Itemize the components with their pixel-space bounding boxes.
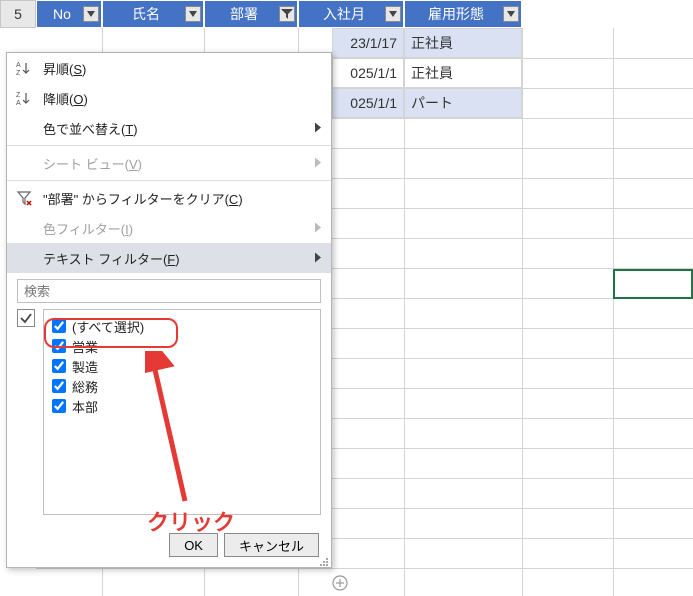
menu-label: シート ビュー(V)	[43, 154, 142, 173]
column-label: 氏名	[132, 4, 160, 24]
ok-button[interactable]: OK	[169, 533, 218, 557]
check-label: 営業	[72, 337, 98, 356]
submenu-arrow-icon	[315, 121, 321, 136]
filter-dropdown-button[interactable]	[503, 6, 519, 22]
filter-context-menu: AZ 昇順(S) ZA 降順(O) 色で並べ替え(T) シート ビュー(V) "…	[6, 52, 332, 568]
column-header-hiredate[interactable]: 入社月	[298, 0, 404, 28]
svg-text:Z: Z	[16, 92, 21, 99]
menu-label: "部署" からフィルターをクリア(C)	[43, 189, 243, 208]
menu-label: テキスト フィルター(F)	[43, 249, 180, 268]
filter-active-icon	[281, 9, 293, 19]
column-header-employment[interactable]: 雇用形態	[404, 0, 522, 28]
check-item[interactable]: 本部	[50, 396, 314, 416]
checkbox[interactable]	[52, 339, 66, 353]
checkbox-select-all[interactable]	[52, 319, 66, 333]
spreadsheet: 5 No 氏名 部署 入社月	[0, 0, 693, 28]
column-header-row: 5 No 氏名 部署 入社月	[0, 0, 693, 28]
column-header-no[interactable]: No	[36, 0, 102, 28]
svg-text:A: A	[16, 100, 21, 106]
resize-grip[interactable]	[319, 555, 329, 565]
checkbox[interactable]	[52, 359, 66, 373]
filter-search-box[interactable]	[17, 279, 321, 303]
chevron-down-icon	[87, 11, 95, 17]
cell-employment[interactable]: パート	[404, 88, 522, 118]
menu-color-filter: 色フィルター(I)	[7, 213, 331, 243]
check-label: 本部	[72, 397, 98, 416]
menu-sheet-view: シート ビュー(V)	[7, 148, 331, 178]
check-label: (すべて選択)	[72, 317, 144, 336]
menu-separator	[7, 145, 331, 146]
menu-label: 昇順(S)	[43, 59, 86, 78]
row-number-header[interactable]: 5	[0, 0, 36, 28]
filter-search-input[interactable]	[24, 284, 314, 299]
column-label: 部署	[230, 4, 258, 24]
cell-employment[interactable]: 正社員	[404, 58, 522, 88]
submenu-arrow-icon	[315, 156, 321, 171]
menu-label: 色フィルター(I)	[43, 219, 133, 238]
check-item[interactable]: 総務	[50, 376, 314, 396]
submenu-arrow-icon	[315, 221, 321, 236]
column-label: 雇用形態	[428, 4, 484, 24]
check-item[interactable]: 営業	[50, 336, 314, 356]
check-item[interactable]: 製造	[50, 356, 314, 376]
menu-sort-ascending[interactable]: AZ 昇順(S)	[7, 53, 331, 83]
filter-dropdown-button[interactable]	[83, 6, 99, 22]
menu-text-filter[interactable]: テキスト フィルター(F)	[7, 243, 331, 273]
filter-checklist: (すべて選択) 営業 製造 総務 本部	[43, 309, 321, 515]
checkbox[interactable]	[52, 379, 66, 393]
chevron-down-icon	[507, 11, 515, 17]
cell-hiredate[interactable]: 025/1/1	[332, 58, 404, 88]
check-label: 製造	[72, 357, 98, 376]
submenu-arrow-icon	[315, 251, 321, 266]
sort-desc-icon: ZA	[15, 89, 33, 107]
menu-sort-by-color[interactable]: 色で並べ替え(T)	[7, 113, 331, 143]
cell-hiredate[interactable]: 23/1/17	[332, 28, 404, 58]
plus-circle-icon	[332, 575, 348, 591]
chevron-down-icon	[389, 11, 397, 17]
filter-dropdown-button[interactable]	[385, 6, 401, 22]
menu-clear-filter[interactable]: "部署" からフィルターをクリア(C)	[7, 183, 331, 213]
column-label: No	[53, 6, 71, 22]
column-header-department[interactable]: 部署	[204, 0, 298, 28]
column-header-name[interactable]: 氏名	[102, 0, 204, 28]
checkbox[interactable]	[52, 399, 66, 413]
menu-separator	[7, 180, 331, 181]
check-label: 総務	[72, 377, 98, 396]
menu-sort-descending[interactable]: ZA 降順(O)	[7, 83, 331, 113]
visible-data-cells: 23/1/17 正社員 025/1/1 正社員 025/1/1 パート	[332, 28, 522, 118]
filter-dropdown-button[interactable]	[185, 6, 201, 22]
check-item-select-all[interactable]: (すべて選択)	[50, 316, 314, 336]
dialog-buttons: OK キャンセル	[7, 525, 331, 567]
clear-filter-icon	[15, 189, 33, 207]
checkmark-icon	[17, 309, 35, 327]
menu-label: 色で並べ替え(T)	[43, 119, 138, 138]
cell-hiredate[interactable]: 025/1/1	[332, 88, 404, 118]
menu-label: 降順(O)	[43, 89, 88, 108]
cancel-button[interactable]: キャンセル	[224, 533, 319, 557]
add-sheet-button[interactable]	[329, 572, 351, 594]
chevron-down-icon	[189, 11, 197, 17]
svg-text:Z: Z	[16, 70, 21, 76]
sort-asc-icon: AZ	[15, 59, 33, 77]
cell-employment[interactable]: 正社員	[404, 28, 522, 58]
column-label: 入社月	[323, 4, 365, 24]
filter-dropdown-button-active[interactable]	[279, 6, 295, 22]
svg-text:A: A	[16, 62, 21, 69]
